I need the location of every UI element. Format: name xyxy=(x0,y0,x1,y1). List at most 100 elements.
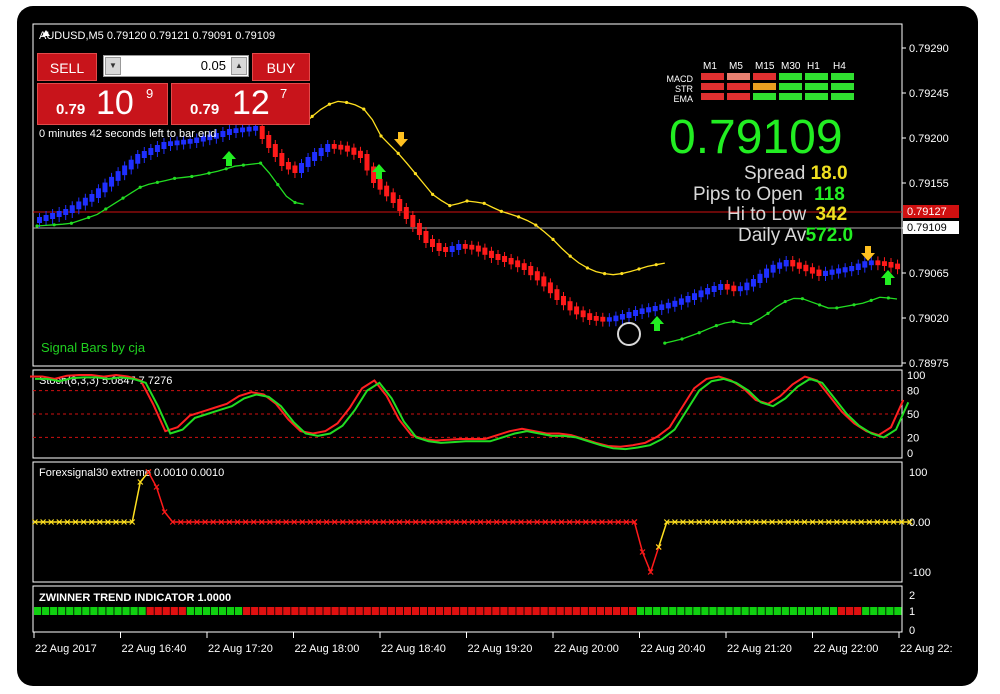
zwinner-bar xyxy=(757,607,765,615)
candle-body xyxy=(135,154,141,164)
candle-body xyxy=(161,142,167,149)
zwinner-bar xyxy=(854,607,862,615)
daily-value: 572.0 xyxy=(805,225,854,246)
pips-label: Pips to Open xyxy=(693,184,803,205)
candle-body xyxy=(410,215,416,227)
candle-body xyxy=(750,279,756,287)
lot-size-field[interactable]: ▼ 0.05 ▲ xyxy=(103,55,249,77)
ma-green-line-right-dot xyxy=(766,311,770,315)
indicator-label-ema: EMA xyxy=(673,94,693,104)
candle-body xyxy=(816,269,822,276)
forexsignal-title: Forexsignal30 extreme 0.0010 0.0010 xyxy=(39,467,224,479)
zwinner-bar xyxy=(717,607,725,615)
candle-body xyxy=(855,263,861,270)
bid-price-pips: 10 xyxy=(96,84,134,122)
bid-quote-button[interactable]: 0.79 10 9 xyxy=(37,83,168,125)
candle-body xyxy=(502,256,508,262)
candle-body xyxy=(764,268,770,278)
pips-row: Pips to Open 118 xyxy=(693,184,845,206)
zwinner-levels: 2 1 0 xyxy=(909,590,915,637)
candle-body xyxy=(521,263,527,270)
ma-green-line-left-dot xyxy=(52,223,56,227)
ma-green-line-left xyxy=(36,162,304,227)
zwinner-bar xyxy=(355,607,363,615)
bar-countdown: 0 minutes 42 seconds left to bar end xyxy=(39,128,217,140)
candle-body xyxy=(836,268,842,274)
zwinner-bar xyxy=(259,607,267,615)
zwinner-bar xyxy=(500,607,508,615)
zwinner-bar xyxy=(130,607,138,615)
lot-decrease-icon[interactable]: ▼ xyxy=(105,57,121,75)
one-click-trading-panel: SELL ▼ 0.05 ▲ BUY 0.79 10 9 0.79 12 7 xyxy=(37,53,317,125)
time-axis-label: 22 Aug 20:00 xyxy=(554,643,619,655)
zwinner-bar xyxy=(508,607,516,615)
candle-body xyxy=(724,284,730,290)
stoch-level-label: 50 xyxy=(907,409,919,421)
candle-body xyxy=(849,266,855,272)
zwinner-bar xyxy=(283,607,291,615)
ma-green-line-right-dot xyxy=(749,321,753,326)
candle-body xyxy=(541,276,547,287)
timeframe-label-m30: M30 xyxy=(781,61,801,72)
zwinner-bar xyxy=(226,607,235,615)
stoch-level-label: 20 xyxy=(907,432,919,444)
signal-cell xyxy=(779,93,802,100)
zwinner-bar xyxy=(74,607,82,615)
ma-green-line-left-dot xyxy=(121,196,125,200)
ma-yellow-line-dot xyxy=(396,151,400,155)
candle-body xyxy=(574,306,580,315)
ask-price-tag-label: 0.79127 xyxy=(907,206,947,218)
bid-price-tag-label: 0.79109 xyxy=(907,222,947,234)
price-axis-label: 0.79020 xyxy=(909,313,949,325)
zwinner-bar xyxy=(821,607,830,615)
candle-body xyxy=(449,246,455,252)
candle-body xyxy=(606,317,612,322)
zwinner-bar xyxy=(42,607,50,615)
zwinner-bar xyxy=(162,607,170,615)
zwinner-bar xyxy=(106,607,114,615)
time-axis-label: 22 Aug 18:40 xyxy=(381,643,446,655)
zwinner-bar xyxy=(210,607,219,615)
ask-quote-button[interactable]: 0.79 12 7 xyxy=(171,83,310,125)
candle-body xyxy=(63,209,69,215)
lot-increase-icon[interactable]: ▲ xyxy=(231,57,247,75)
price-axis-label: 0.79200 xyxy=(909,133,949,145)
ma-yellow-line-dot xyxy=(499,209,503,213)
candle-body xyxy=(174,140,180,146)
zwinner-bar xyxy=(170,607,178,615)
candle-body xyxy=(528,266,534,276)
ma-green-line-right-dot xyxy=(852,303,856,307)
candle-body xyxy=(325,144,331,152)
sell-button[interactable]: SELL xyxy=(37,53,97,81)
ma-green-line-left-dot xyxy=(173,176,177,180)
zwinner-bar xyxy=(476,607,484,615)
candle-body xyxy=(770,264,776,273)
buy-button[interactable]: BUY xyxy=(252,53,310,81)
candle-body xyxy=(705,288,711,295)
zwinner-bar xyxy=(894,607,902,615)
candle-body xyxy=(567,301,573,311)
ma-green-line-right-dot xyxy=(835,306,839,310)
zwinner-level-label: 0 xyxy=(909,625,915,637)
ma-green-line-left-dot xyxy=(155,180,159,184)
candle-body xyxy=(351,147,357,155)
candle-body xyxy=(357,150,363,158)
candle-body xyxy=(777,262,783,269)
candle-body xyxy=(888,262,894,268)
zwinner-bar xyxy=(878,607,886,615)
candle-body xyxy=(377,179,383,190)
zwinner-bar xyxy=(331,607,339,615)
candle-body xyxy=(423,231,429,243)
candle-body xyxy=(881,261,887,266)
ma-yellow-line-dot xyxy=(431,192,435,196)
candle-body xyxy=(757,273,763,283)
zwinner-bar xyxy=(339,607,347,615)
lot-size-value[interactable]: 0.05 xyxy=(124,56,226,76)
ma-green-line-right-dot xyxy=(663,341,667,345)
candle-body xyxy=(731,285,737,292)
candle-body xyxy=(652,306,658,312)
signal-cell xyxy=(805,93,828,100)
signal-cell xyxy=(701,83,724,90)
zwinner-bar xyxy=(315,607,323,615)
candle-body xyxy=(639,308,645,314)
